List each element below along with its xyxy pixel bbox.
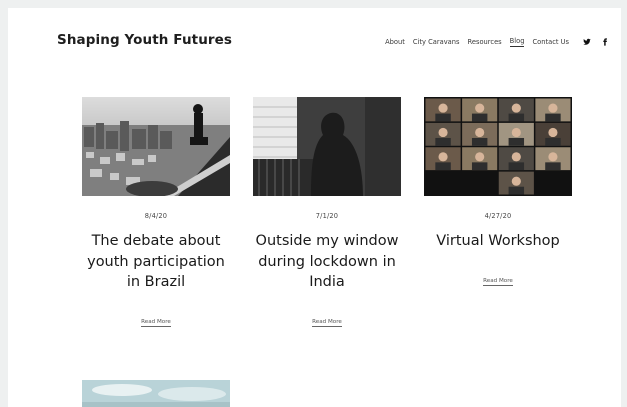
sky-photo	[82, 380, 230, 407]
post-date: 8/4/20	[144, 212, 168, 220]
post-date: 7/1/20	[315, 212, 339, 220]
twitter-icon[interactable]	[583, 38, 591, 46]
post-image[interactable]	[253, 97, 401, 196]
post-title[interactable]: Virtual Workshop	[424, 231, 572, 252]
facebook-icon[interactable]	[601, 38, 609, 46]
blog-card: 4/27/20 Virtual Workshop Read More	[424, 97, 572, 286]
post-title[interactable]: Outside my window during lockdown in Ind…	[253, 231, 401, 293]
blog-card: 7/1/20 Outside my window during lockdown…	[253, 97, 401, 327]
site-title[interactable]: Shaping Youth Futures	[57, 32, 232, 48]
post-title[interactable]: The debate about youth participation in …	[82, 231, 230, 293]
read-more-link[interactable]: Read More	[483, 278, 513, 286]
page: Shaping Youth Futures About City Caravan…	[8, 8, 621, 407]
post-image[interactable]	[82, 97, 230, 196]
city-rooftop-photo	[82, 97, 230, 196]
nav-about[interactable]: About	[385, 38, 405, 47]
nav-contact-us[interactable]: Contact Us	[532, 38, 569, 47]
post-image-partial[interactable]	[82, 380, 230, 407]
main-nav: About City Caravans Resources Blog Conta…	[377, 37, 609, 47]
blog-card: 8/4/20 The debate about youth participat…	[82, 97, 230, 327]
post-date: 4/27/20	[484, 212, 512, 220]
post-image[interactable]	[424, 97, 572, 196]
video-call-grid-photo	[424, 97, 572, 196]
nav-blog[interactable]: Blog	[509, 37, 525, 47]
nav-city-caravans[interactable]: City Caravans	[413, 38, 460, 47]
read-more-link[interactable]: Read More	[141, 319, 171, 327]
nav-resources[interactable]: Resources	[468, 38, 502, 47]
window-lockdown-photo	[253, 97, 401, 196]
read-more-link[interactable]: Read More	[312, 319, 342, 327]
